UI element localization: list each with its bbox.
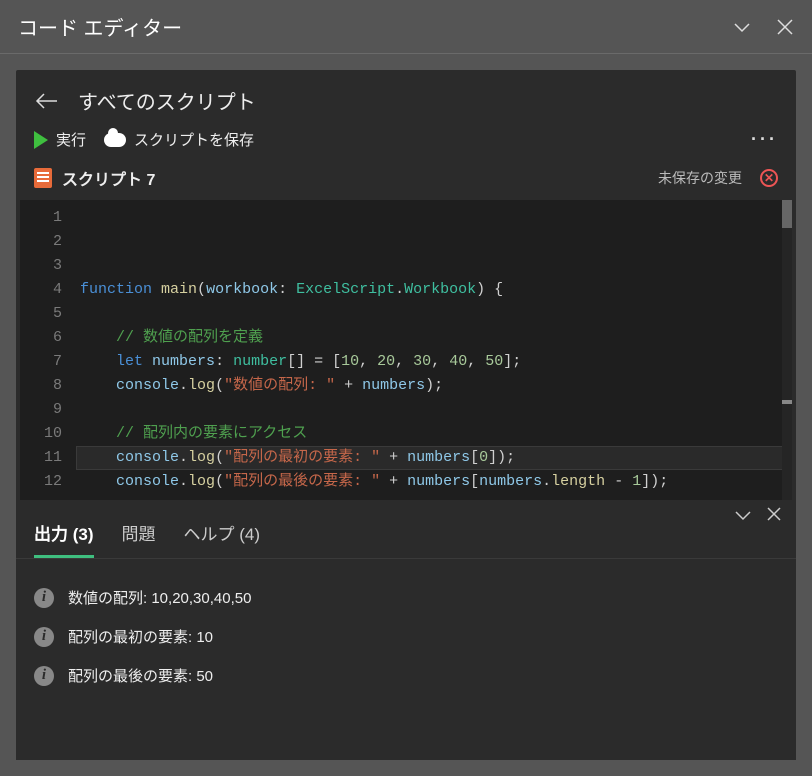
info-icon: i — [34, 666, 54, 686]
line-number: 6 — [30, 326, 62, 350]
panel-chevron-down-icon[interactable] — [734, 506, 752, 524]
breadcrumb[interactable]: すべてのスクリプト — [78, 86, 256, 115]
line-number: 11 — [30, 446, 62, 470]
code-line[interactable] — [80, 494, 792, 500]
output-text: 数値の配列: 10,20,30,40,50 — [68, 587, 251, 608]
chevron-down-icon[interactable] — [732, 17, 752, 37]
more-menu-button[interactable]: ··· — [751, 129, 778, 150]
toolbar: 実行 スクリプトを保存 ··· — [16, 123, 796, 160]
code-line[interactable]: function main(workbook: ExcelScript.Work… — [80, 278, 792, 302]
scrollbar-thumb[interactable] — [782, 200, 792, 228]
output-text: 配列の最後の要素: 50 — [68, 665, 213, 686]
info-icon: i — [34, 627, 54, 647]
line-number: 5 — [30, 302, 62, 326]
tab-problems[interactable]: 問題 — [122, 520, 156, 558]
output-line: i 配列の最後の要素: 50 — [34, 665, 778, 686]
unsaved-changes-label: 未保存の変更 — [658, 168, 742, 188]
output-panel-controls — [734, 506, 782, 524]
tab-help-count: 4 — [245, 525, 254, 544]
code-line[interactable] — [80, 398, 792, 422]
breadcrumb-row: すべてのスクリプト — [16, 70, 796, 123]
line-number: 9 — [30, 398, 62, 422]
tab-output[interactable]: 出力 (3) — [34, 520, 94, 558]
line-number: 10 — [30, 422, 62, 446]
run-button[interactable]: 実行 — [34, 129, 86, 150]
line-number: 2 — [30, 230, 62, 254]
script-header: スクリプト 7 未保存の変更 ✕ — [16, 160, 796, 200]
save-label: スクリプトを保存 — [134, 129, 254, 150]
code-line[interactable]: console.log("配列の最初の要素: " + numbers[0]); — [80, 446, 792, 470]
cloud-save-icon — [104, 133, 126, 147]
script-name: スクリプト 7 — [62, 166, 648, 190]
titlebar: コード エディター — [0, 0, 812, 54]
line-number: 3 — [30, 254, 62, 278]
tab-help-label: ヘルプ — [184, 525, 235, 544]
tab-output-count: 3 — [78, 525, 87, 544]
code-editor[interactable]: 123456789101112 function main(workbook: … — [20, 200, 792, 500]
line-number: 12 — [30, 470, 62, 494]
output-line: i 配列の最初の要素: 10 — [34, 626, 778, 647]
save-script-button[interactable]: スクリプトを保存 — [104, 129, 254, 150]
line-number: 8 — [30, 374, 62, 398]
info-icon: i — [34, 588, 54, 608]
line-number: 1 — [30, 206, 62, 230]
code-line[interactable]: console.log("数値の配列: " + numbers); — [80, 374, 792, 398]
script-file-icon — [34, 168, 52, 188]
output-panel: 出力 (3) 問題 ヘルプ (4) i 数値の配列: 10,20,30,40,50… — [16, 500, 796, 760]
code-line[interactable]: // 数値の配列を定義 — [80, 326, 792, 350]
output-line: i 数値の配列: 10,20,30,40,50 — [34, 587, 778, 608]
code-area[interactable]: function main(workbook: ExcelScript.Work… — [76, 200, 792, 500]
code-line[interactable]: // 配列内の要素にアクセス — [80, 422, 792, 446]
line-number: 7 — [30, 350, 62, 374]
unsaved-indicator-icon[interactable]: ✕ — [760, 169, 778, 187]
panel-close-icon[interactable] — [766, 506, 782, 524]
tab-help[interactable]: ヘルプ (4) — [184, 520, 261, 558]
play-icon — [34, 131, 48, 149]
code-line[interactable]: console.log("配列の最後の要素: " + numbers[numbe… — [80, 470, 792, 494]
back-arrow-icon[interactable] — [34, 92, 60, 110]
close-icon[interactable] — [776, 18, 794, 36]
editor-panel: すべてのスクリプト 実行 スクリプトを保存 ··· スクリプト 7 未保存の変更… — [16, 70, 796, 760]
titlebar-actions — [732, 17, 794, 37]
tab-problems-label: 問題 — [122, 525, 156, 544]
line-number: 4 — [30, 278, 62, 302]
output-text: 配列の最初の要素: 10 — [68, 626, 213, 647]
code-line[interactable] — [80, 302, 792, 326]
line-gutter: 123456789101112 — [20, 200, 76, 500]
code-line[interactable]: let numbers: number[] = [10, 20, 30, 40,… — [80, 350, 792, 374]
output-body: i 数値の配列: 10,20,30,40,50 i 配列の最初の要素: 10 i 配列の最… — [16, 559, 796, 698]
tab-output-label: 出力 — [34, 525, 68, 544]
output-tabs: 出力 (3) 問題 ヘルプ (4) — [16, 500, 796, 559]
run-label: 実行 — [56, 129, 86, 150]
app-title: コード エディター — [18, 12, 732, 41]
